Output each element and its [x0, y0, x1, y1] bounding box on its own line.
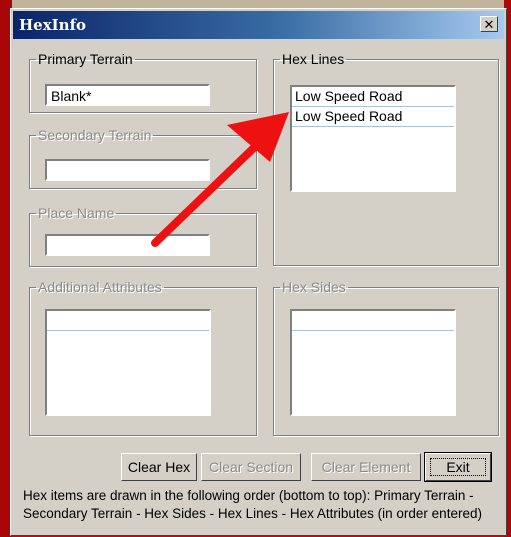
annotation-arrow-icon [151, 112, 289, 247]
arrow-head [227, 112, 289, 162]
arrow-shaft [151, 136, 266, 247]
